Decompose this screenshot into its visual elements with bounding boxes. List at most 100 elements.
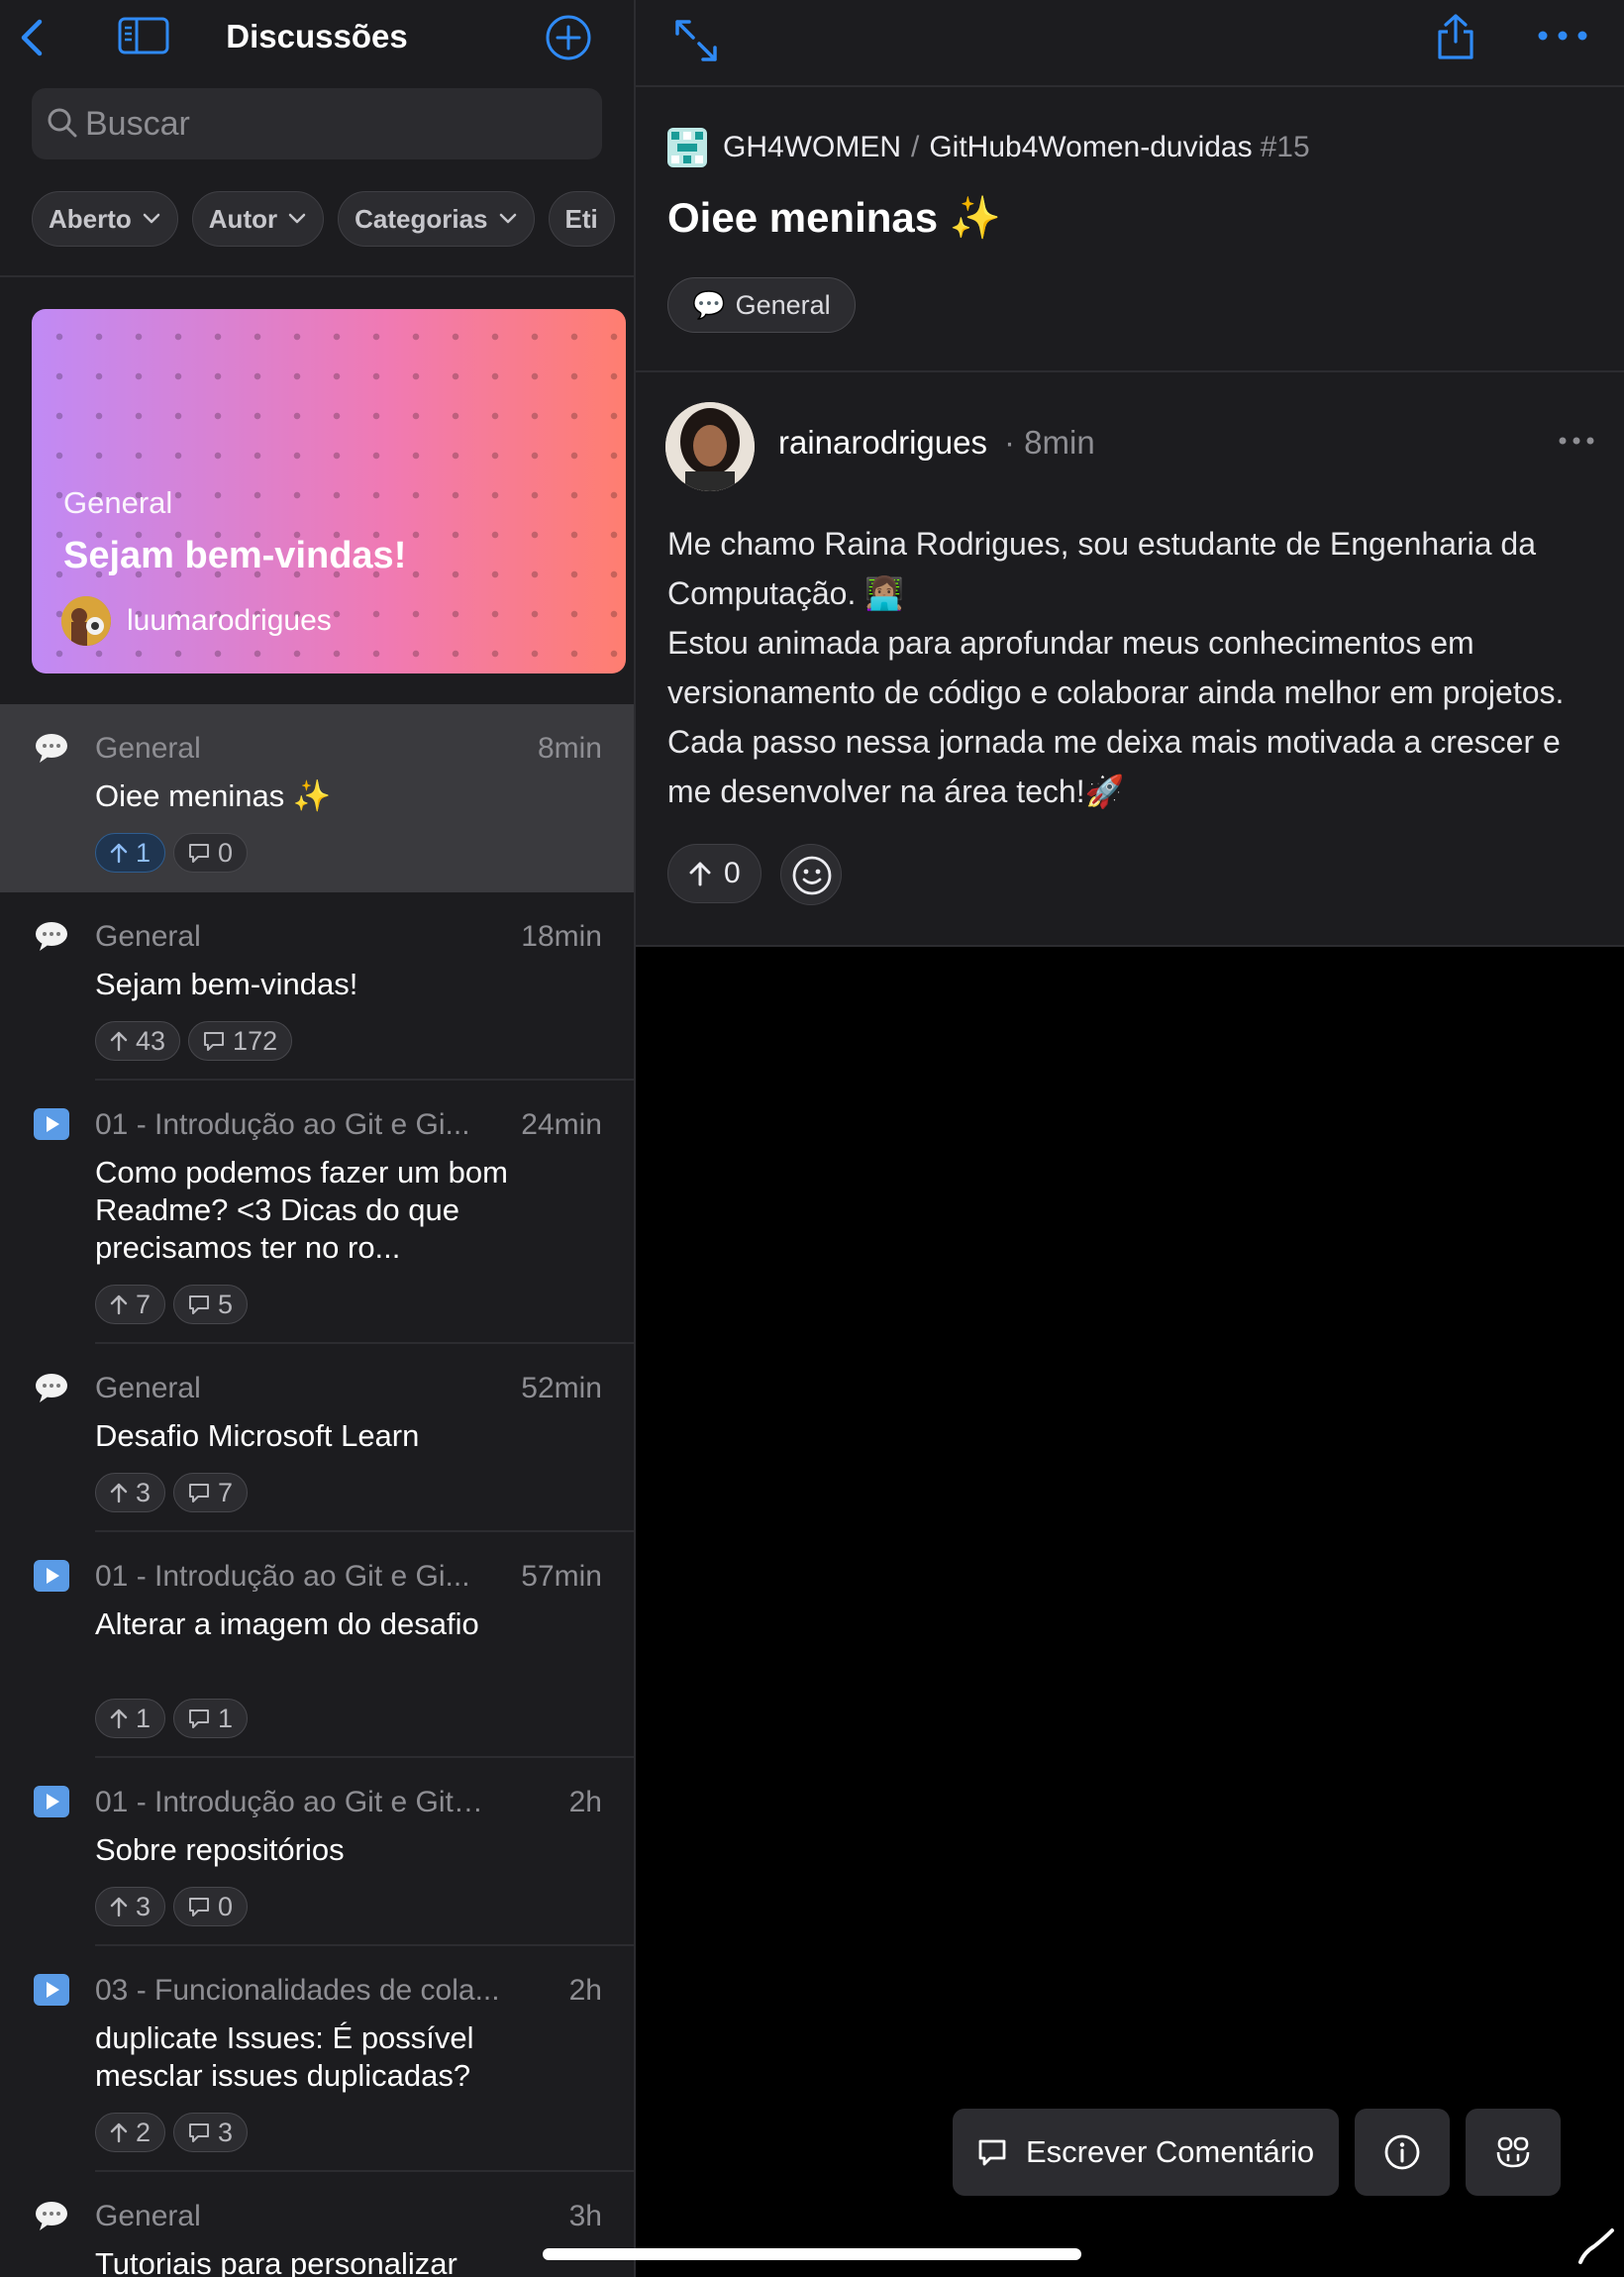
play-button-icon bbox=[34, 1560, 69, 1592]
item-time: 18min bbox=[521, 920, 602, 953]
pencil-scribble-icon[interactable] bbox=[1576, 2226, 1616, 2266]
chevron-down-icon bbox=[143, 213, 160, 224]
item-category: General bbox=[95, 732, 201, 765]
speech-bubble-icon bbox=[36, 922, 67, 951]
filter-chip[interactable]: Eti bbox=[548, 191, 615, 247]
comment-count: 5 bbox=[218, 1289, 234, 1319]
author-name[interactable]: rainarodrigues bbox=[778, 424, 987, 462]
category-badge[interactable]: 💬 General bbox=[667, 277, 856, 333]
org-avatar-icon bbox=[667, 128, 707, 167]
upvote-count: 2 bbox=[136, 2117, 152, 2147]
upvote-count: 0 bbox=[724, 857, 741, 889]
post-time: · 8min bbox=[1004, 424, 1095, 461]
arrow-up-icon bbox=[110, 1483, 128, 1503]
repo-name[interactable]: GitHub4Women-duvidas bbox=[929, 131, 1252, 164]
item-time: 24min bbox=[521, 1108, 602, 1141]
upvote-badge[interactable]: 3 bbox=[95, 1473, 166, 1512]
comment-badge: 3 bbox=[173, 2113, 249, 2152]
search-bar[interactable] bbox=[32, 88, 602, 159]
discussion-list-item[interactable]: 01 - Introdução ao Git e Gi... 57min Alter… bbox=[0, 1532, 634, 1758]
discussion-detail-pane: GH4WOMEN / GitHub4Women-duvidas #15 Oiee… bbox=[636, 0, 1624, 2277]
comment-count: 0 bbox=[218, 837, 234, 868]
comment-count: 172 bbox=[233, 1025, 278, 1056]
speech-bubble-icon bbox=[36, 1374, 67, 1402]
item-title: Oiee meninas ✨ bbox=[95, 778, 332, 813]
item-time: 57min bbox=[521, 1560, 602, 1593]
back-chevron-icon[interactable] bbox=[14, 14, 53, 61]
copilot-icon bbox=[1496, 2136, 1530, 2168]
discussion-list-item[interactable]: General 3h Tutoriais para personalizar bbox=[0, 2172, 634, 2277]
upvote-badge[interactable]: 7 bbox=[95, 1285, 166, 1324]
upvote-badge[interactable]: 2 bbox=[95, 2113, 166, 2152]
filter-chip-label: Aberto bbox=[49, 203, 132, 234]
post-body: Me chamo Raina Rodrigues, sou estudante … bbox=[667, 526, 1565, 809]
new-discussion-plus-icon[interactable] bbox=[545, 14, 592, 61]
page-title: Discussões bbox=[226, 18, 408, 54]
chevron-down-icon bbox=[288, 213, 306, 224]
search-icon bbox=[48, 108, 77, 138]
expand-arrows-icon[interactable] bbox=[671, 16, 721, 65]
discussion-list-pane: Discussões Aberto Autor Categorias Eti Gene… bbox=[0, 0, 634, 2277]
play-button-icon bbox=[34, 1974, 69, 2006]
upvote-count: 3 bbox=[136, 1891, 152, 1921]
upvote-count: 1 bbox=[136, 837, 152, 868]
copilot-button[interactable] bbox=[1466, 2109, 1561, 2196]
write-comment-button[interactable]: Escrever Comentário bbox=[953, 2109, 1339, 2196]
discussion-list-item[interactable]: 03 - Funcionalidades de cola... 2h duplica… bbox=[0, 1946, 634, 2172]
info-button[interactable] bbox=[1355, 2109, 1450, 2196]
comment-icon bbox=[189, 1295, 210, 1314]
discussion-list-item[interactable]: 01 - Introdução ao Git e GitHub 2h Sobre r… bbox=[0, 1758, 634, 1946]
upvote-badge[interactable]: 1 bbox=[95, 1699, 166, 1738]
filter-chip-label: Categorias bbox=[355, 203, 488, 234]
info-icon bbox=[1384, 2134, 1420, 2170]
author-avatar[interactable] bbox=[665, 402, 755, 491]
discussion-list-item[interactable]: 01 - Introdução ao Git e Gi... 24min Como … bbox=[0, 1081, 634, 1344]
breadcrumb-separator: / bbox=[911, 131, 920, 163]
upvote-count: 1 bbox=[136, 1703, 152, 1733]
search-input[interactable] bbox=[85, 88, 580, 159]
pinned-discussion-card[interactable]: General Sejam bem-vindas! luumarodrigues bbox=[32, 309, 626, 673]
upvote-button[interactable]: 0 bbox=[667, 844, 761, 903]
upvote-count: 7 bbox=[136, 1289, 152, 1319]
item-title: Sobre repositórios bbox=[95, 1832, 345, 1867]
item-title: Sejam bem-vindas! bbox=[95, 967, 358, 1001]
write-comment-label: Escrever Comentário bbox=[1026, 2134, 1315, 2169]
pinned-title: Sejam bem-vindas! bbox=[63, 535, 407, 576]
filter-chip[interactable]: Aberto bbox=[32, 191, 178, 247]
item-time: 2h bbox=[568, 1974, 602, 2007]
arrow-up-icon bbox=[110, 843, 128, 864]
add-reaction-button[interactable] bbox=[780, 844, 842, 905]
sidebar-toggle-icon[interactable] bbox=[117, 16, 170, 55]
share-icon[interactable] bbox=[1434, 12, 1477, 61]
category-label: General bbox=[735, 289, 831, 320]
speech-bubble-icon: 💬 bbox=[692, 290, 726, 320]
pinned-author-name: luumarodrigues bbox=[127, 604, 332, 637]
arrow-up-icon bbox=[110, 1708, 128, 1729]
post-more-options-icon[interactable] bbox=[1557, 434, 1596, 448]
discussion-list: General 8min Oiee meninas ✨ 1 0 General 18min S… bbox=[0, 704, 634, 2277]
item-title: Tutoriais para personalizar bbox=[95, 2246, 457, 2277]
arrow-up-icon bbox=[110, 1031, 128, 1052]
discussion-post: rainarodrigues · 8min Me chamo Raina Rod… bbox=[636, 372, 1624, 947]
upvote-badge[interactable]: 3 bbox=[95, 1887, 166, 1926]
item-time: 8min bbox=[537, 732, 602, 765]
filter-chip[interactable]: Categorias bbox=[338, 191, 535, 247]
discussion-list-item[interactable]: General 8min Oiee meninas ✨ 1 0 bbox=[0, 704, 634, 892]
comment-count: 0 bbox=[218, 1891, 234, 1921]
speech-bubble-icon bbox=[36, 734, 67, 763]
home-indicator[interactable] bbox=[543, 2248, 1081, 2260]
pinned-category: General bbox=[63, 485, 173, 520]
more-options-icon[interactable] bbox=[1535, 24, 1590, 48]
item-counts: 10 bbox=[95, 833, 255, 873]
discussion-list-item[interactable]: General 52min Desafio Microsoft Learn 3 7 bbox=[0, 1344, 634, 1532]
repo-breadcrumb[interactable]: GH4WOMEN / GitHub4Women-duvidas #15 bbox=[667, 127, 1310, 168]
upvote-badge[interactable]: 43 bbox=[95, 1021, 181, 1061]
item-time: 2h bbox=[568, 1786, 602, 1818]
item-counts: 11 bbox=[95, 1699, 255, 1738]
filter-chip[interactable]: Autor bbox=[191, 191, 325, 247]
org-name[interactable]: GH4WOMEN bbox=[723, 131, 901, 164]
upvote-badge[interactable]: 1 bbox=[95, 833, 166, 873]
list-header: Discussões bbox=[0, 0, 634, 75]
discussion-list-item[interactable]: General 18min Sejam bem-vindas! 43 172 bbox=[0, 892, 634, 1081]
comment-badge: 0 bbox=[173, 1887, 249, 1926]
